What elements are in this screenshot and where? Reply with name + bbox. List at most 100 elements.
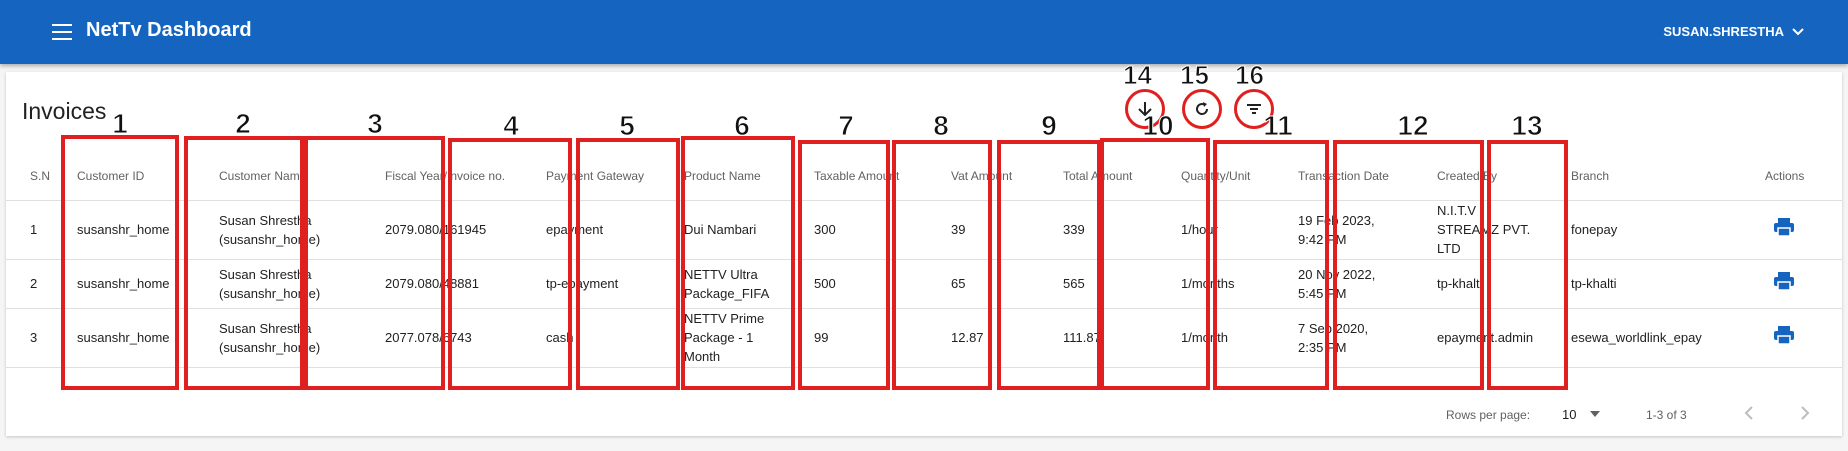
menu-icon[interactable] — [52, 24, 72, 40]
annotation-number: 8 — [933, 110, 950, 142]
print-icon — [1774, 326, 1794, 345]
table-row: 2 susanshr_home Susan Shrestha (susanshr_… — [6, 259, 1842, 309]
annotation-number: 12 — [1397, 110, 1429, 142]
cell-customer-name: Susan Shrestha (susanshr_home) — [199, 259, 353, 309]
print-button[interactable] — [1773, 271, 1795, 296]
cell-total: 565 — [1039, 259, 1159, 309]
annotation-number: 2 — [235, 108, 252, 140]
cell-invoice: 2079.080/161945 — [353, 200, 520, 260]
cell-date: 19 Feb 2023, 9:42 PM — [1280, 200, 1417, 260]
user-name: SUSAN.SHRESTHA — [1663, 24, 1784, 39]
cell-date: 7 Sep 2020, 2:35 PM — [1280, 308, 1417, 368]
column-header-invoice[interactable]: Fiscal Year/Invoice no. — [353, 153, 520, 201]
column-header-sn: S.N — [6, 153, 61, 201]
annotation-number: 3 — [367, 108, 384, 140]
print-icon — [1774, 218, 1794, 237]
rows-per-page-label: Rows per page: — [1446, 408, 1531, 422]
print-button[interactable] — [1773, 325, 1795, 350]
annotation-number: 10 — [1142, 110, 1174, 142]
cell-taxable: 300 — [790, 200, 927, 260]
cell-total: 339 — [1039, 200, 1159, 260]
refresh-button[interactable] — [1182, 89, 1222, 129]
annotation-number: 16 — [1235, 60, 1265, 91]
cell-product: NETTV Prime Package - 1 Month — [666, 308, 790, 368]
column-header-customer-id[interactable]: Customer ID — [61, 153, 199, 201]
annotation-number: 15 — [1180, 60, 1210, 91]
table-pagination: Rows per page: 10 1-3 of 3 — [6, 390, 1842, 436]
cell-gateway: cash — [520, 308, 666, 368]
cell-quantity: 1/month — [1159, 308, 1280, 368]
annotation-number: 6 — [734, 110, 751, 142]
cell-total: 111.87 — [1039, 308, 1159, 368]
cell-taxable: 500 — [790, 259, 927, 309]
next-page-button[interactable] — [1800, 404, 1810, 425]
cell-invoice: 2077.078/6743 — [353, 308, 520, 368]
cell-actions — [1741, 200, 1842, 260]
column-header-vat[interactable]: Vat Amount — [927, 153, 1039, 201]
column-header-gateway[interactable]: Payment Gateway — [520, 153, 666, 201]
annotation-number: 9 — [1041, 110, 1058, 142]
annotation-number: 11 — [1263, 110, 1294, 142]
cell-customer-id: susanshr_home — [61, 259, 199, 309]
cell-gateway: epayment — [520, 200, 666, 260]
annotation-number: 7 — [838, 110, 855, 142]
cell-sn: 3 — [6, 308, 61, 368]
cell-invoice: 2079.080/48881 — [353, 259, 520, 309]
cell-customer-id: susanshr_home — [61, 308, 199, 368]
cell-created-by: tp-khalti — [1417, 259, 1549, 309]
annotation-number: 5 — [619, 110, 636, 142]
column-header-date[interactable]: Transaction Date — [1280, 153, 1417, 201]
cell-date: 20 Nov 2022, 5:45 PM — [1280, 259, 1417, 309]
cell-vat: 65 — [927, 259, 1039, 309]
caret-down-icon — [1590, 411, 1601, 417]
chevron-down-icon — [1792, 27, 1804, 35]
table-header-row: S.N Customer ID Customer Name Fiscal Yea… — [6, 153, 1842, 201]
cell-customer-name: Susan Shrestha (susanshr_home) — [199, 200, 353, 260]
chevron-right-icon — [1801, 406, 1810, 420]
column-header-customer-name[interactable]: Customer Name — [199, 153, 353, 201]
pagination-range: 1-3 of 3 — [1646, 408, 1687, 422]
column-header-actions: Actions — [1741, 153, 1842, 201]
app-bar: NetTv Dashboard SUSAN.SHRESTHA — [0, 0, 1848, 64]
cell-branch: esewa_worldlink_epay — [1549, 308, 1741, 368]
previous-page-button[interactable] — [1744, 404, 1754, 425]
annotation-number: 1 — [112, 108, 129, 140]
cell-actions — [1741, 259, 1842, 309]
cell-sn: 2 — [6, 259, 61, 309]
cell-branch: tp-khalti — [1549, 259, 1741, 309]
cell-created-by: N.I.T.V STREAMZ PVT. LTD — [1417, 200, 1549, 260]
invoices-table: S.N Customer ID Customer Name Fiscal Yea… — [6, 153, 1842, 368]
annotation-number: 4 — [503, 110, 520, 142]
user-menu[interactable]: SUSAN.SHRESTHA — [1663, 24, 1804, 39]
cell-vat: 39 — [927, 200, 1039, 260]
column-header-taxable[interactable]: Taxable Amount — [790, 153, 927, 201]
print-icon — [1774, 272, 1794, 291]
page-title: Invoices — [22, 98, 107, 124]
cell-quantity: 1/hour — [1159, 200, 1280, 260]
column-header-total[interactable]: Total Amount — [1039, 153, 1159, 201]
cell-taxable: 99 — [790, 308, 927, 368]
column-header-quantity[interactable]: Quantity/Unit — [1159, 153, 1280, 201]
print-button[interactable] — [1773, 217, 1795, 242]
rows-per-page-value: 10 — [1562, 406, 1577, 422]
cell-sn: 1 — [6, 200, 61, 260]
column-header-product[interactable]: Product Name — [666, 153, 790, 201]
cell-created-by: epayment.admin — [1417, 308, 1549, 368]
annotation-number: 13 — [1511, 110, 1543, 142]
cell-gateway: tp-epayment — [520, 259, 666, 309]
table-row: 3 susanshr_home Susan Shrestha (susanshr_… — [6, 308, 1842, 368]
table-row: 1 susanshr_home Susan Shrestha (susanshr_… — [6, 200, 1842, 260]
filter-icon — [1247, 104, 1261, 114]
cell-product: Dui Nambari — [666, 200, 790, 260]
column-header-branch[interactable]: Branch — [1549, 153, 1741, 201]
app-title: NetTv Dashboard — [86, 19, 252, 41]
cell-vat: 12.87 — [927, 308, 1039, 368]
invoices-card: Invoices 14 15 16 S.N Customer ID Custom… — [6, 60, 1842, 436]
refresh-icon — [1196, 102, 1209, 115]
cell-actions — [1741, 308, 1842, 368]
chevron-left-icon — [1744, 406, 1753, 420]
rows-per-page-select[interactable]: 10 — [1562, 404, 1612, 424]
cell-customer-id: susanshr_home — [61, 200, 199, 260]
column-header-created-by[interactable]: Created By — [1417, 153, 1549, 201]
cell-customer-name: Susan Shrestha (susanshr_home) — [199, 308, 353, 368]
